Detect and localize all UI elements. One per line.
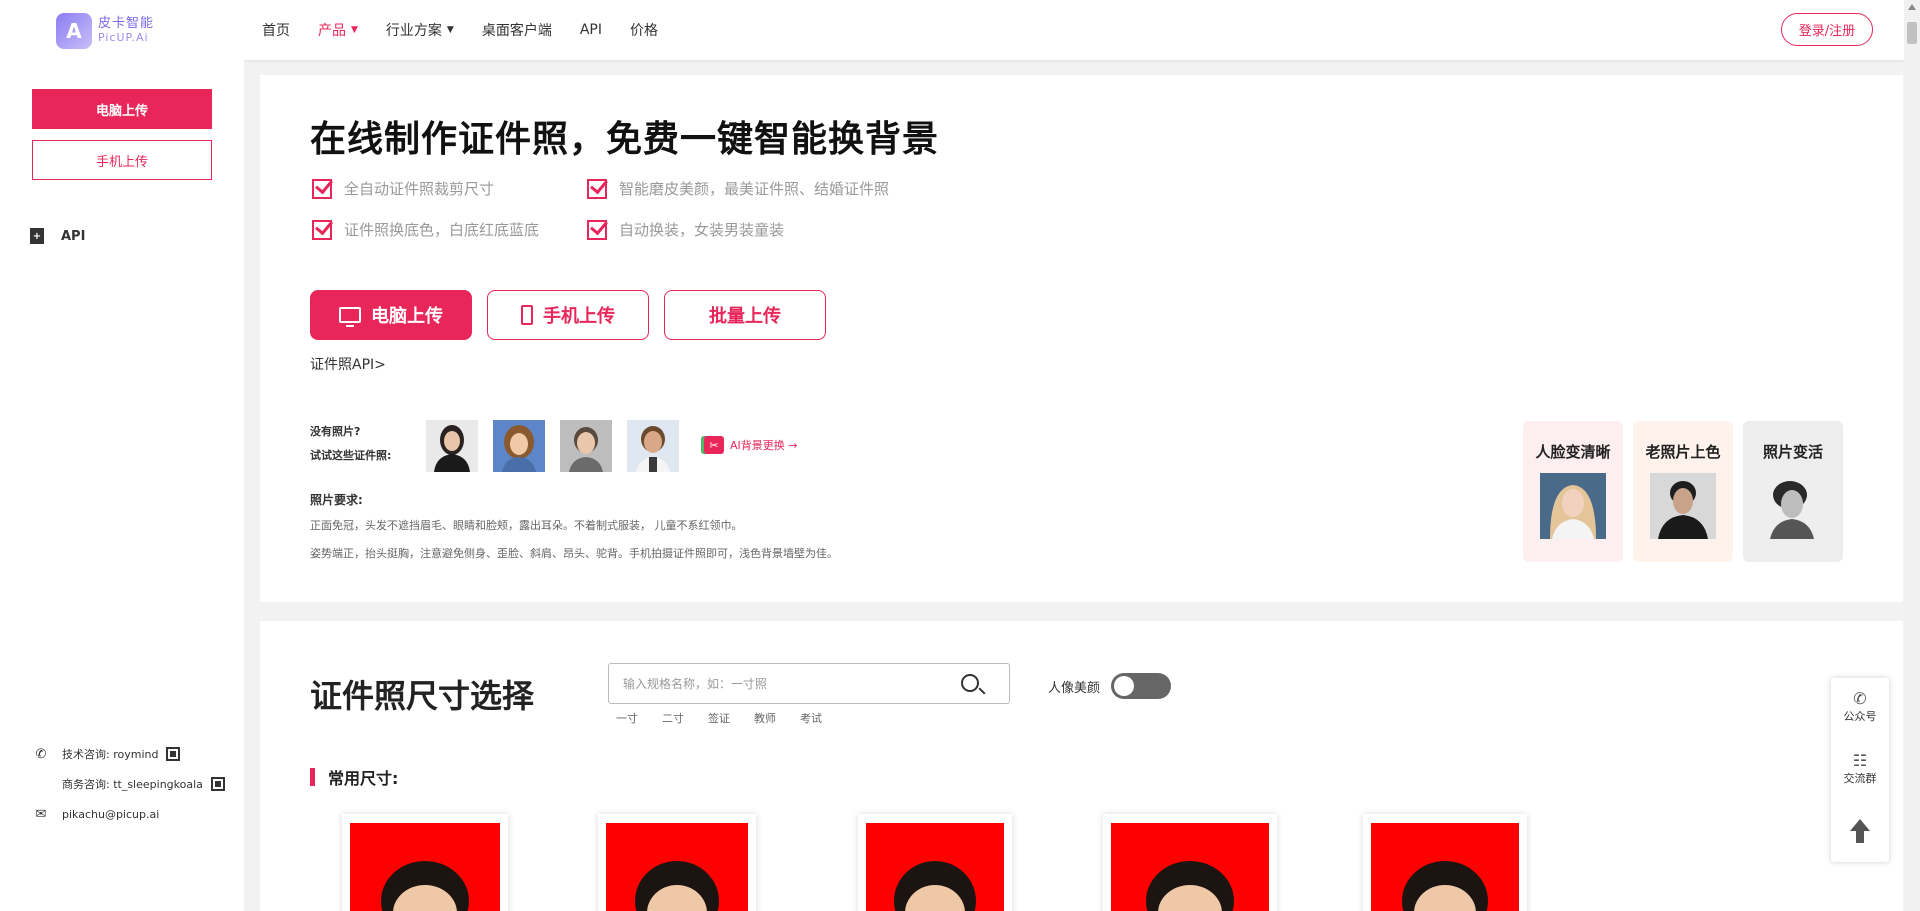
group-icon: ☷ (1852, 751, 1868, 770)
tag-teacher[interactable]: 教师 (754, 710, 776, 726)
hero-section: 在线制作证件照，免费一键智能换背景 全自动证件照裁剪尺寸 智能磨皮美颜，最美证件… (260, 75, 1903, 602)
sidebar-upload-mobile-button[interactable]: 手机上传 (32, 140, 212, 180)
sample-photo-woman[interactable] (426, 420, 478, 472)
checkbox-checked-icon (312, 219, 332, 240)
nav-api[interactable]: API (580, 22, 602, 38)
checkbox-checked-icon (587, 219, 607, 240)
size-section-title: 证件照尺寸选择 (310, 677, 535, 715)
beauty-toggle-row: 人像美颜 (1048, 673, 1172, 699)
requirement-line: 正面免冠，头发不遮挡眉毛、眼睛和脸颊，露出耳朵。不着制式服装， 儿童不系红领巾。 (310, 519, 743, 532)
id-photo-preview (1111, 823, 1269, 911)
qr-code-icon[interactable] (166, 747, 181, 761)
size-card[interactable] (342, 814, 508, 911)
search-icon[interactable] (961, 674, 979, 692)
float-chat-group[interactable]: ☷ 交流群 (1831, 752, 1889, 786)
caret-down-icon: ▼ (446, 25, 454, 35)
back-to-top-icon[interactable] (1849, 818, 1871, 844)
logo[interactable]: A 皮卡智能 PicUP.Ai (56, 13, 154, 49)
top-header: A 皮卡智能 PicUP.Ai 首页 产品 ▼ 行业方案 ▼ 桌面客户端 API 价… (0, 0, 1904, 60)
mail-icon: ✉ (35, 806, 47, 822)
upload-mobile-button[interactable]: 手机上传 (487, 290, 649, 340)
ai-background-change-link[interactable]: ✂ AI背景更换 → (704, 436, 797, 454)
tag-exam[interactable]: 考试 (800, 710, 822, 726)
scroll-up-arrow-icon[interactable] (1908, 4, 1916, 10)
sample-photo-child[interactable] (627, 420, 679, 472)
logo-mark-icon: A (56, 13, 92, 49)
floating-contact-widget: ✆ 公众号 ☷ 交流群 (1831, 678, 1889, 862)
size-selection-section: 证件照尺寸选择 一寸 二寸 签证 教师 考试 人像美颜 常用尺寸: (260, 621, 1903, 911)
tag-visa[interactable]: 签证 (708, 710, 730, 726)
size-search-input[interactable] (609, 664, 949, 703)
promo-colorize-image (1650, 473, 1716, 539)
id-photo-api-link[interactable]: 证件照API> (310, 354, 386, 374)
promo-colorize[interactable]: 老照片上色 (1633, 421, 1733, 562)
quick-tags: 一寸 二寸 签证 教师 考试 (616, 710, 846, 726)
checkbox-checked-icon (312, 178, 332, 199)
scroll-thumb[interactable] (1907, 22, 1917, 44)
feature-item: 全自动证件照裁剪尺寸 (312, 178, 494, 199)
sidebar-item-api[interactable]: + API (30, 228, 85, 244)
id-photo-preview (866, 823, 1004, 911)
size-card[interactable] (858, 814, 1012, 911)
business-contact: 商务咨询: tt_sleepingkoala (62, 776, 225, 792)
size-search-box (608, 663, 1010, 704)
promo-animate-photo[interactable]: 照片变活 (1743, 421, 1843, 562)
requirement-line: 姿势端正，抬头挺胸，注意避免侧身、歪脸、斜肩、昂头、驼背。手机拍摄证件照即可，浅… (310, 547, 838, 560)
email-contact: ✉ pikachu@picup.ai (32, 806, 160, 822)
checkbox-checked-icon (587, 178, 607, 199)
caret-down-icon: ▼ (351, 25, 358, 35)
tag-two-inch[interactable]: 二寸 (662, 710, 684, 726)
id-photo-preview (1371, 823, 1519, 911)
sample-photo-girl[interactable] (493, 420, 545, 472)
logo-name-cn: 皮卡智能 (98, 16, 155, 31)
main-nav: 首页 产品 ▼ 行业方案 ▼ 桌面客户端 API 价格 (262, 0, 686, 60)
nav-desktop-client[interactable]: 桌面客户端 (482, 20, 552, 40)
nav-pricing[interactable]: 价格 (630, 20, 658, 40)
upload-pc-button[interactable]: 电脑上传 (310, 290, 472, 340)
monitor-icon (339, 307, 361, 327)
left-sidebar: 电脑上传 手机上传 + API ✆ 技术咨询: roymind 商务咨询: tt… (0, 60, 244, 911)
batch-upload-button[interactable]: 批量上传 (664, 290, 826, 340)
feature-item: 证件照换底色，白底红底蓝底 (312, 219, 539, 240)
tech-contact: ✆ 技术咨询: roymind (32, 746, 181, 762)
promo-face-enhance[interactable]: 人脸变清晰 (1523, 421, 1623, 562)
ai-scissors-icon: ✂ (704, 436, 724, 454)
feature-item: 自动换装，女装男装童装 (587, 219, 784, 240)
size-card[interactable] (1363, 814, 1527, 911)
size-card[interactable] (598, 814, 756, 911)
id-photo-preview (606, 823, 748, 911)
login-register-button[interactable]: 登录/注册 (1781, 13, 1873, 46)
common-sizes-label: 常用尺寸: (310, 765, 398, 789)
page-scrollbar[interactable] (1904, 0, 1920, 911)
wechat-icon: ✆ (1853, 689, 1867, 708)
try-samples-label: 没有照片? 试试这些证件照: (310, 425, 392, 462)
float-wechat-account[interactable]: ✆ 公众号 (1831, 690, 1889, 724)
promo-animate-image (1760, 473, 1826, 539)
promo-face-image (1540, 473, 1606, 539)
sidebar-upload-pc-button[interactable]: 电脑上传 (32, 89, 212, 129)
phone-icon (521, 305, 533, 325)
nav-products[interactable]: 产品 ▼ (318, 20, 358, 40)
wechat-icon: ✆ (35, 746, 47, 762)
api-icon: + (30, 228, 44, 244)
sample-photo-boy[interactable] (560, 420, 612, 472)
nav-industry-solutions[interactable]: 行业方案 ▼ (386, 20, 454, 40)
feature-item: 智能磨皮美颜，最美证件照、结婚证件照 (587, 178, 889, 199)
tag-one-inch[interactable]: 一寸 (616, 710, 638, 726)
id-photo-preview (350, 823, 500, 911)
logo-name-en: PicUP.Ai (98, 31, 149, 44)
nav-home[interactable]: 首页 (262, 20, 290, 40)
page-title: 在线制作证件照，免费一键智能换背景 (310, 119, 940, 160)
qr-code-icon[interactable] (210, 777, 225, 791)
beauty-toggle-switch[interactable] (1111, 673, 1172, 699)
requirements-title: 照片要求: (310, 493, 363, 507)
size-card[interactable] (1103, 814, 1277, 911)
